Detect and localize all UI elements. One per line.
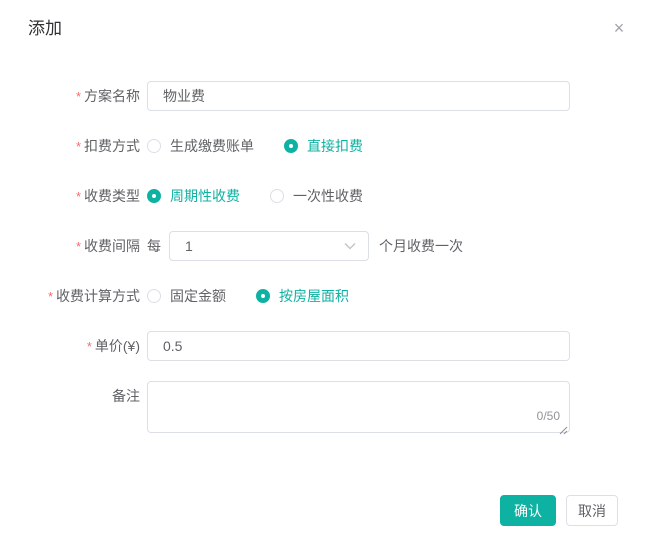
interval-suffix-text: 个月收费一次 — [379, 231, 463, 261]
calc-method-label: *收费计算方式 — [0, 281, 140, 312]
form-row-calc-method: *收费计算方式 固定金额 按房屋面积 — [0, 281, 646, 311]
plan-name-input[interactable] — [147, 81, 570, 111]
radio-generate-bill[interactable]: 生成缴费账单 — [147, 136, 254, 156]
required-asterisk: * — [48, 289, 53, 304]
radio-unselected-icon — [147, 139, 161, 153]
cancel-button[interactable]: 取消 — [566, 495, 618, 526]
confirm-button[interactable]: 确认 — [500, 495, 556, 526]
add-form: *方案名称 *扣费方式 生成缴费账单 直接扣费 — [0, 81, 646, 433]
deduct-method-radio-group: 生成缴费账单 直接扣费 — [147, 131, 570, 161]
radio-by-house-area[interactable]: 按房屋面积 — [256, 286, 349, 306]
unit-price-input[interactable] — [147, 331, 570, 361]
form-row-plan-name: *方案名称 — [0, 81, 646, 111]
add-dialog: 添加 × *方案名称 *扣费方式 生成缴费账单 — [0, 0, 646, 551]
required-asterisk: * — [76, 189, 81, 204]
dialog-header: 添加 — [0, 0, 646, 39]
radio-periodic-charge[interactable]: 周期性收费 — [147, 186, 240, 206]
required-asterisk: * — [87, 339, 92, 354]
radio-selected-icon — [256, 289, 270, 303]
radio-selected-icon — [147, 189, 161, 203]
required-asterisk: * — [76, 89, 81, 104]
interval-select-value: 1 — [185, 238, 193, 254]
radio-selected-icon — [284, 139, 298, 153]
interval-prefix-text: 每 — [147, 231, 161, 261]
dialog-footer: 确认 取消 — [500, 495, 618, 526]
deduct-method-label: *扣费方式 — [0, 131, 140, 162]
radio-onetime-charge[interactable]: 一次性收费 — [270, 186, 363, 206]
remark-textarea[interactable] — [147, 381, 570, 433]
radio-fixed-amount[interactable]: 固定金额 — [147, 286, 226, 306]
charge-type-label: *收费类型 — [0, 181, 140, 212]
charge-interval-label: *收费间隔 — [0, 231, 140, 262]
calc-method-radio-group: 固定金额 按房屋面积 — [147, 281, 570, 311]
form-row-charge-interval: *收费间隔 每 1 个月收费一次 — [0, 231, 646, 261]
radio-direct-deduct[interactable]: 直接扣费 — [284, 136, 363, 156]
required-asterisk: * — [76, 239, 81, 254]
close-icon[interactable]: × — [608, 17, 630, 39]
form-row-charge-type: *收费类型 周期性收费 一次性收费 — [0, 181, 646, 211]
radio-unselected-icon — [270, 189, 284, 203]
radio-unselected-icon — [147, 289, 161, 303]
chevron-down-icon — [344, 243, 356, 250]
required-asterisk: * — [76, 139, 81, 154]
form-row-remark: 备注 0/50 — [0, 381, 646, 433]
plan-name-label: *方案名称 — [0, 81, 140, 112]
charge-type-radio-group: 周期性收费 一次性收费 — [147, 181, 570, 211]
remark-label: 备注 — [0, 381, 140, 411]
dialog-title: 添加 — [28, 19, 62, 38]
interval-select[interactable]: 1 — [169, 231, 369, 261]
unit-price-label: *单价(¥) — [0, 331, 140, 362]
form-row-deduct-method: *扣费方式 生成缴费账单 直接扣费 — [0, 131, 646, 161]
form-row-unit-price: *单价(¥) — [0, 331, 646, 361]
